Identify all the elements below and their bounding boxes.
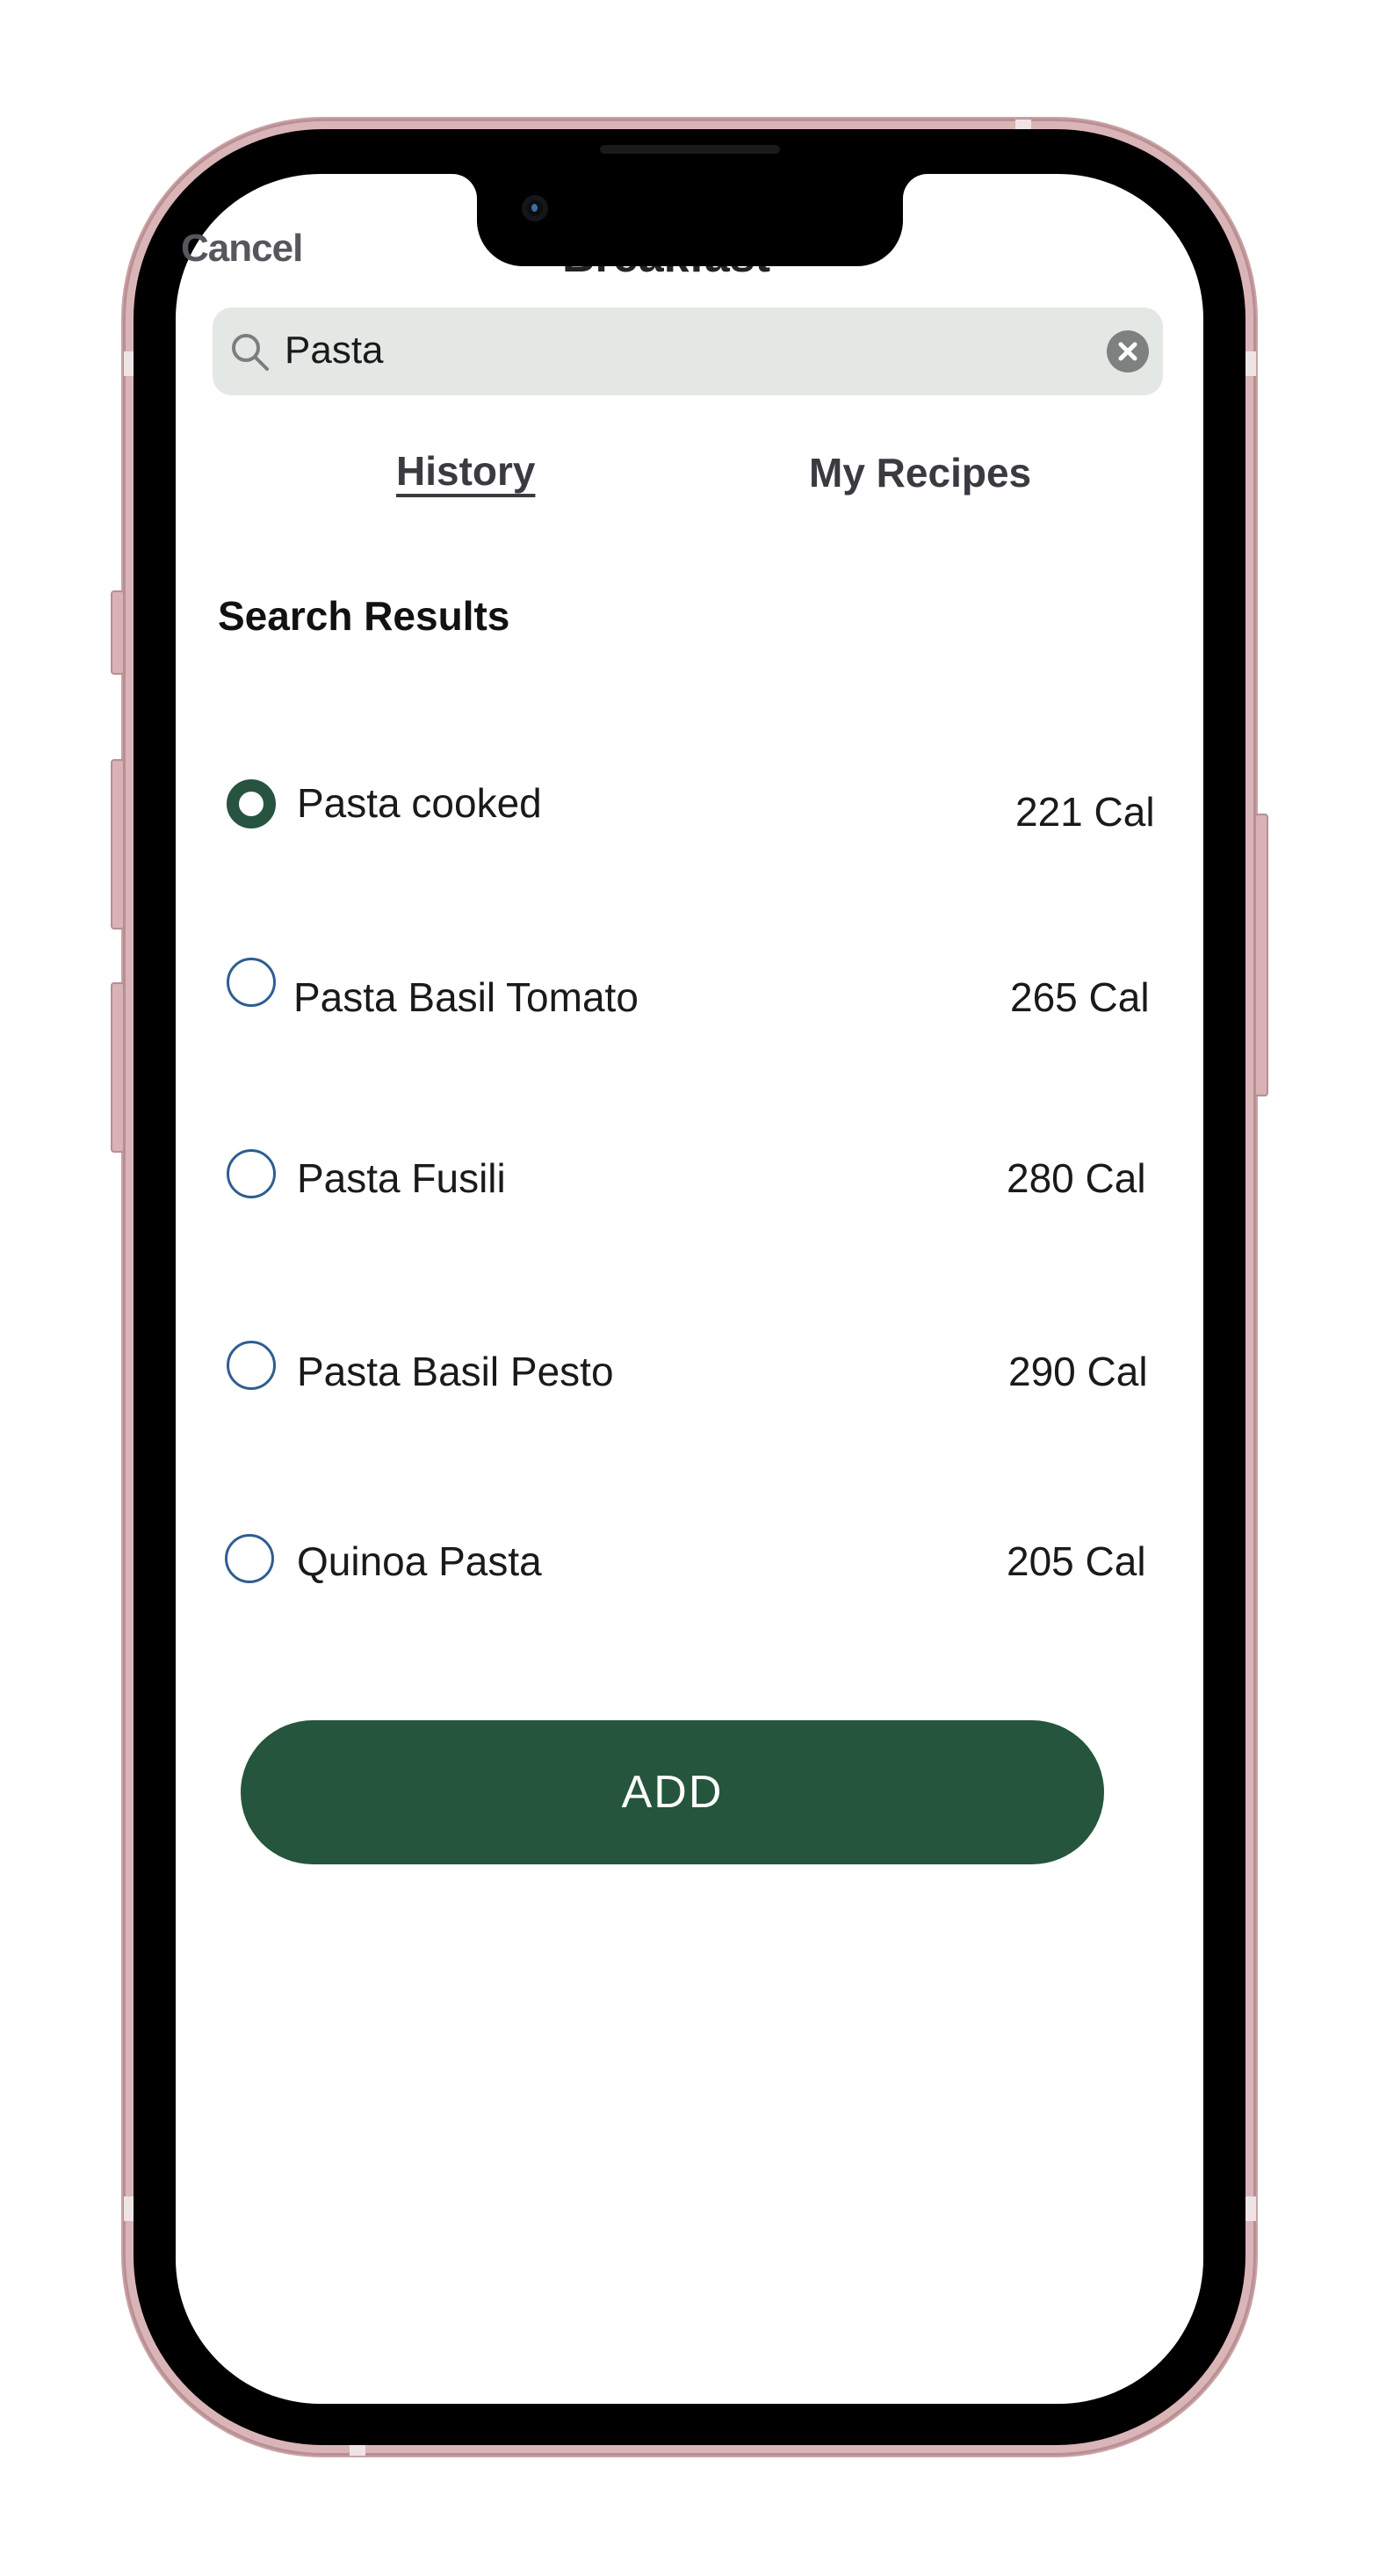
result-name: Pasta Basil Pesto xyxy=(297,1349,614,1394)
result-calories: 265 Cal xyxy=(1010,974,1150,1020)
radio-button[interactable] xyxy=(225,1534,274,1583)
result-name: Quinoa Pasta xyxy=(297,1538,542,1584)
result-calories: 221 Cal xyxy=(1015,789,1155,835)
front-camera xyxy=(522,195,548,221)
tab-history[interactable]: History xyxy=(396,447,535,495)
radio-button[interactable] xyxy=(227,1341,276,1390)
volume-up-button xyxy=(111,759,125,930)
search-results-title: Search Results xyxy=(218,593,510,639)
result-name: Pasta Basil Tomato xyxy=(293,974,639,1020)
radio-button-selected[interactable] xyxy=(227,779,276,829)
screen xyxy=(176,174,1203,2404)
result-name: Pasta cooked xyxy=(297,780,542,826)
result-calories: 290 Cal xyxy=(1008,1349,1148,1394)
radio-button[interactable] xyxy=(227,1149,276,1198)
search-icon xyxy=(232,334,269,371)
speaker-grille xyxy=(600,145,780,154)
result-calories: 205 Cal xyxy=(1007,1538,1146,1584)
search-input[interactable]: Pasta xyxy=(285,329,384,373)
tab-my-recipes[interactable]: My Recipes xyxy=(809,449,1031,496)
antenna-band xyxy=(1245,351,1256,376)
result-item[interactable]: Pasta cooked 221 Cal xyxy=(227,779,1166,841)
power-button xyxy=(1254,814,1268,1096)
result-calories: 280 Cal xyxy=(1007,1155,1146,1201)
result-item[interactable]: Pasta Basil Tomato 265 Cal xyxy=(227,958,1166,1020)
add-button[interactable]: ADD xyxy=(241,1720,1104,1864)
search-bar[interactable]: Pasta xyxy=(213,308,1163,395)
result-name: Pasta Fusili xyxy=(297,1155,506,1201)
antenna-band xyxy=(1245,2196,1256,2221)
cancel-button[interactable]: Cancel xyxy=(181,227,303,271)
mute-switch xyxy=(111,590,125,675)
result-item[interactable]: Pasta Fusili 280 Cal xyxy=(227,1149,1166,1211)
result-item[interactable]: Pasta Basil Pesto 290 Cal xyxy=(227,1341,1166,1402)
antenna-band xyxy=(350,2445,365,2456)
result-item[interactable]: Quinoa Pasta 205 Cal xyxy=(225,1534,1165,1596)
clear-search-button[interactable] xyxy=(1107,330,1149,373)
volume-down-button xyxy=(111,982,125,1153)
clear-icon xyxy=(1118,342,1137,361)
radio-button[interactable] xyxy=(227,958,276,1007)
